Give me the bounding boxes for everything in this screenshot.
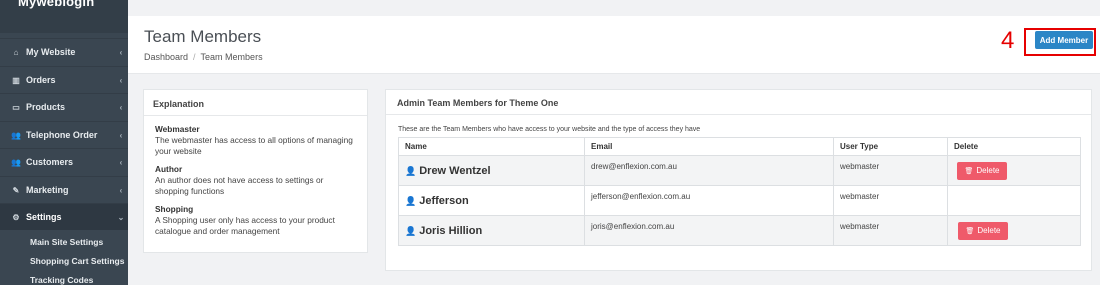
member-user-type: webmaster [833,155,948,186]
sidebar-item-label: Settings [26,212,62,222]
team-members-intro: These are the Team Members who have acce… [398,126,701,133]
sidebar: Myweblogin ⌂ My Website ‹ ▥ Orders ‹ ▭ P… [0,0,128,285]
chevron-down-icon: ⌄ [117,212,125,222]
home-icon: ⌂ [13,47,19,57]
role-term-shopping: Shopping [155,204,194,214]
member-name-cell: 👤 Drew Wentzel [398,155,585,186]
sidebar-item-settings[interactable]: ⚙ Settings ⌄ [0,203,128,230]
sidebar-item-label: Marketing [26,185,69,195]
explanation-body: Webmaster The webmaster has access to al… [144,116,367,252]
breadcrumb: Dashboard / Team Members [144,52,263,62]
user-icon: 👤 [405,165,417,176]
sidebar-item-telephone-order[interactable]: 👥 Telephone Order ‹ [0,121,128,148]
role-desc-webmaster: The webmaster has access to all options … [155,135,353,156]
member-name: Drew Wentzel [419,164,491,177]
breadcrumb-item-dashboard[interactable]: Dashboard [144,52,188,62]
member-delete-cell [947,185,1081,216]
table-row: 👤 Drew Wentzel drew@enflexion.com.au webm… [398,155,1081,186]
user-icon: 👤 [405,195,417,206]
table-row: 👤 Jefferson jefferson@enflexion.com.au we… [398,185,1081,216]
team-members-title: Admin Team Members for Theme One [386,90,1091,115]
annotation-box-add-member [1024,28,1096,56]
gear-icon: ⚙ [12,212,20,222]
sidebar-item-orders[interactable]: ▥ Orders ‹ [0,66,128,93]
sidebar-item-products[interactable]: ▭ Products ‹ [0,93,128,120]
page-title: Team Members [144,27,262,46]
sidebar-item-customers[interactable]: 👥 Customers ‹ [0,148,128,175]
chevron-left-icon: ‹ [119,102,123,112]
breadcrumb-item-current: Team Members [200,52,263,62]
sidebar-subitem-tracking-codes[interactable]: Tracking Codes [30,275,93,285]
page-header: Team Members Dashboard / Team Members Add … [128,16,1100,74]
sidebar-item-label: My Website [26,47,76,57]
role-desc-author: An author does not have access to settin… [155,175,324,196]
member-name-cell: 👤 Joris Hillion [398,215,585,246]
member-name-cell: 👤 Jefferson [398,185,585,216]
member-user-type: webmaster [833,185,948,216]
annotation-marker-4: 4 [1001,27,1015,54]
breadcrumb-separator: / [193,52,196,62]
trash-icon: 🗑 [964,167,974,175]
sidebar-item-my-website[interactable]: ⌂ My Website ‹ [0,38,128,65]
delete-button-label: Delete [977,226,1001,235]
explanation-panel: Explanation Webmaster The webmaster has … [143,89,368,253]
users-icon: 👥 [11,157,21,167]
member-delete-cell: 🗑 Delete [947,215,1081,246]
member-user-type: webmaster [833,215,948,246]
sidebar-item-label: Orders [26,75,56,85]
chevron-left-icon: ‹ [119,185,123,195]
role-desc-shopping: A Shopping user only has access to your … [155,215,335,236]
sidebar-subitem-shopping-cart-settings[interactable]: Shopping Cart Settings [30,256,124,266]
table-header-row: Name Email User Type Delete [398,137,1081,156]
member-email: joris@enflexion.com.au [584,215,834,246]
column-header-user-type: User Type [833,137,948,156]
sidebar-subitem-main-site-settings[interactable]: Main Site Settings [30,237,103,247]
chevron-left-icon: ‹ [119,130,123,140]
explanation-title: Explanation [144,90,367,116]
chevron-left-icon: ‹ [119,75,123,85]
chevron-left-icon: ‹ [119,47,123,57]
monitor-icon: ▭ [12,102,20,112]
sidebar-item-label: Products [26,102,66,112]
role-term-author: Author [155,164,183,174]
sidebar-item-label: Telephone Order [26,130,98,140]
member-name: Jefferson [419,194,469,207]
sidebar-item-marketing[interactable]: ✎ Marketing ‹ [0,176,128,203]
member-delete-cell: 🗑 Delete [947,155,1081,186]
table-row: 👤 Joris Hillion joris@enflexion.com.au we… [398,215,1081,246]
team-members-panel: Admin Team Members for Theme One These a… [385,89,1092,271]
member-name: Joris Hillion [419,224,483,237]
member-email: drew@enflexion.com.au [584,155,834,186]
column-header-delete: Delete [947,137,1081,156]
member-email: jefferson@enflexion.com.au [584,185,834,216]
chevron-left-icon: ‹ [119,157,123,167]
brand-logo[interactable]: Myweblogin [18,0,94,9]
bar-chart-icon: ▥ [12,75,20,85]
team-members-table: Name Email User Type Delete 👤 Drew Wentze… [398,137,1081,246]
delete-button[interactable]: 🗑 Delete [958,221,1008,240]
delete-button-label: Delete [976,166,1000,175]
trash-icon: 🗑 [965,227,975,235]
user-icon: 👤 [405,225,417,236]
users-icon: 👥 [11,130,21,140]
column-header-name: Name [398,137,585,156]
wrench-icon: ✎ [12,185,20,195]
sidebar-item-label: Customers [26,157,74,167]
role-term-webmaster: Webmaster [155,124,200,134]
delete-button[interactable]: 🗑 Delete [957,161,1007,180]
column-header-email: Email [584,137,834,156]
